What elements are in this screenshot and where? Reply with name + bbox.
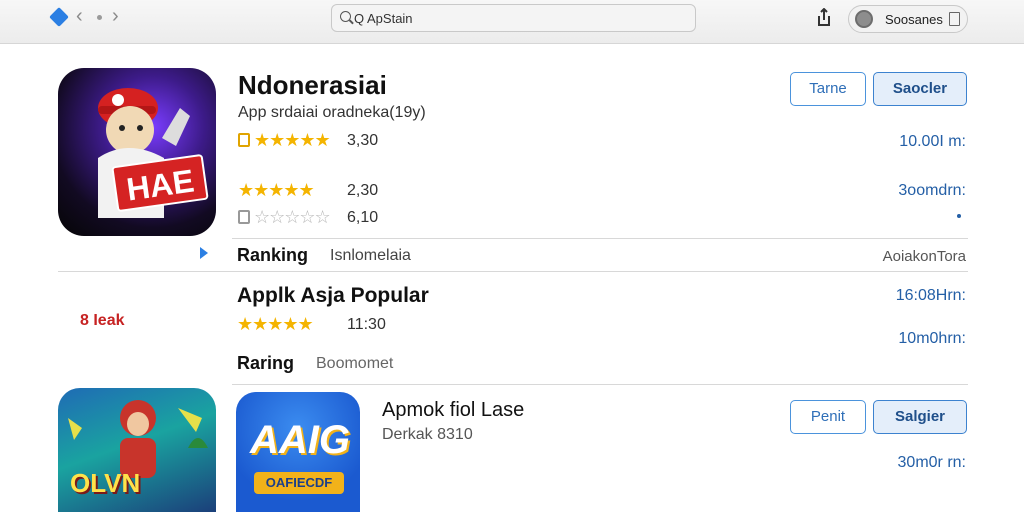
account-icon bbox=[855, 10, 873, 28]
price-label-5: 30m0r rn: bbox=[897, 454, 966, 471]
app-icon[interactable]: AAIG OAFIECDF bbox=[236, 392, 360, 512]
brand-logo: 8 Ieak bbox=[80, 312, 125, 329]
search-icon bbox=[340, 11, 351, 22]
app-icon-text: AAIG bbox=[250, 418, 350, 462]
price-label-2: 3oomdrn: bbox=[898, 182, 966, 199]
price-label-3: 16:08Hrn: bbox=[895, 287, 966, 304]
ranking-value: Isnlomelaia bbox=[330, 247, 411, 264]
ranking-right-text[interactable]: AoiakonTora bbox=[883, 248, 966, 265]
star-row-1: ★★★★★ bbox=[254, 130, 331, 150]
disclosure-triangle-icon[interactable] bbox=[200, 247, 208, 259]
app-icon-banner: OAFIECDF bbox=[254, 472, 344, 494]
app-title[interactable]: Apmok fiol Lase bbox=[382, 399, 524, 422]
raring-label: Raring bbox=[237, 353, 295, 373]
ranking-label: Ranking bbox=[237, 245, 309, 265]
sidebar-diamond-icon[interactable] bbox=[49, 7, 69, 27]
divider bbox=[58, 271, 968, 272]
tarne-button[interactable]: Tarne bbox=[790, 72, 866, 106]
nav-dot-icon bbox=[97, 15, 102, 20]
salgier-button[interactable]: Salgier bbox=[873, 400, 967, 434]
app-icon-text: OLVN bbox=[70, 468, 141, 498]
toolbar: ‹ › Q ApStain Soosanes bbox=[0, 0, 1024, 44]
rating-stars-4: ★★★★★ bbox=[237, 314, 314, 334]
rating-value-3: 6,10 bbox=[347, 209, 379, 226]
price-label-4: 10m0hrn: bbox=[898, 330, 966, 347]
penit-button[interactable]: Penit bbox=[790, 400, 866, 434]
rating-value-1: 3,30 bbox=[347, 132, 379, 149]
forward-chevron-icon[interactable]: › bbox=[112, 6, 119, 26]
share-icon[interactable] bbox=[816, 8, 832, 28]
rating-value-2: 2,30 bbox=[347, 182, 379, 199]
divider bbox=[232, 238, 968, 239]
app-subtitle: App srdaiai oradneka(19y) bbox=[238, 104, 426, 121]
app-icon[interactable]: HAE bbox=[58, 68, 216, 236]
rating-stars-2: ★★★★★ bbox=[238, 180, 315, 200]
rating-stars-3: ☆☆☆☆☆ bbox=[238, 208, 331, 226]
rating-stars-1: ★★★★★ bbox=[238, 130, 331, 150]
account-button[interactable]: Soosanes bbox=[848, 5, 968, 33]
app-icon[interactable]: OLVN bbox=[58, 388, 216, 512]
search-field[interactable]: Q ApStain bbox=[331, 4, 696, 32]
account-label: Soosanes bbox=[885, 12, 943, 27]
indicator-dot-icon bbox=[957, 214, 961, 218]
search-input[interactable]: Q ApStain bbox=[354, 11, 413, 26]
section-title[interactable]: Applk Asja Popular bbox=[237, 284, 429, 308]
age-box-icon bbox=[238, 133, 250, 147]
app-title[interactable]: Ndonerasiai bbox=[238, 70, 387, 101]
rating-value-4: 11:30 bbox=[347, 316, 386, 333]
price-label-1: 10.00I m: bbox=[899, 133, 966, 150]
age-box-icon bbox=[238, 210, 250, 224]
back-chevron-icon[interactable]: ‹ bbox=[76, 6, 83, 26]
divider bbox=[232, 384, 968, 385]
app-subtitle: Derkak 8310 bbox=[382, 426, 473, 443]
saocler-button[interactable]: Saocler bbox=[873, 72, 967, 106]
menu-icon[interactable] bbox=[949, 12, 960, 26]
raring-value: Boomomet bbox=[316, 355, 394, 372]
